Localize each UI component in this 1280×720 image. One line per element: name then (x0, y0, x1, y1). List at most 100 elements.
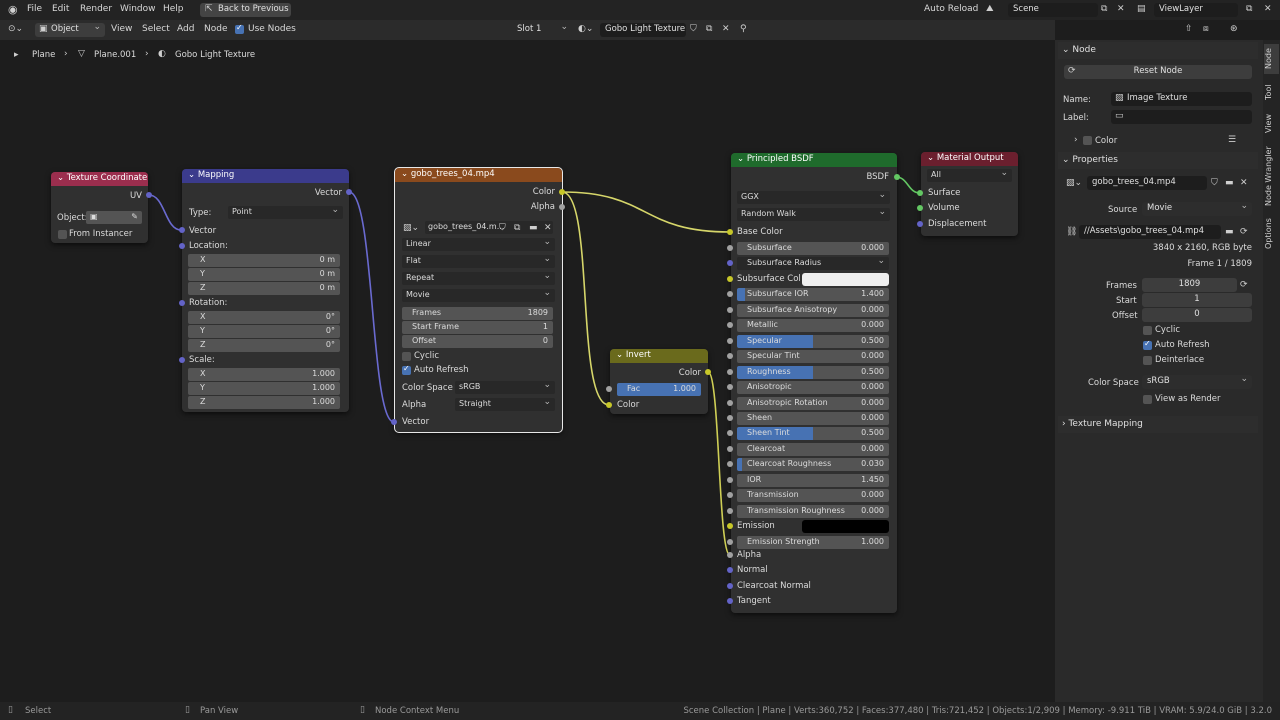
bsdf-subsurface-col-swatch[interactable] (802, 272, 889, 286)
fake-user-icon[interactable]: ⛉ (499, 223, 506, 233)
texture-coordinate-header[interactable]: ⌄ Texture Coordinate (51, 172, 148, 186)
extension-dropdown[interactable]: Repeat (402, 272, 555, 285)
back-to-previous-button[interactable]: ⇱ Back to Previous (200, 3, 291, 17)
new-viewlayer-icon[interactable]: ⧉ (1246, 4, 1252, 14)
tab-node-wrangler[interactable]: Node Wrangler (1264, 142, 1279, 210)
bsdf-emission-field[interactable]: Emission (731, 520, 891, 534)
browse-folder-icon[interactable]: ▬ (1225, 227, 1234, 237)
menu-view[interactable]: View (111, 24, 132, 34)
bsdf-subsurface-radius-field[interactable]: Subsurface Radius (737, 257, 889, 271)
side-image-file-field[interactable]: gobo_trees_04.mp4 (1087, 176, 1207, 190)
surface-socket[interactable] (917, 190, 923, 196)
node-panel-header[interactable]: ⌄ Node (1058, 42, 1258, 59)
bsdf-anisotropic-rotation-socket[interactable] (727, 399, 733, 406)
color-output-socket[interactable] (559, 189, 565, 195)
reset-node-button[interactable]: ⟳ Reset Node (1064, 65, 1252, 79)
mapping-header[interactable]: ⌄ Mapping (182, 169, 349, 183)
location-y-field[interactable]: Y 0 m (188, 268, 340, 281)
fake-user-icon[interactable]: ⛉ (1211, 178, 1218, 188)
menu-edit[interactable]: Edit (52, 4, 69, 14)
bsdf-clearcoat-roughness-field[interactable]: Clearcoat Roughness 0.030 (737, 458, 889, 472)
normal-socket[interactable] (727, 567, 733, 573)
bsdf-emission-strength-socket[interactable] (727, 538, 733, 545)
mapping-vector-out-socket[interactable] (346, 189, 352, 195)
object-field[interactable]: ▣ ✎ (86, 211, 142, 224)
material-sphere-icon[interactable]: ◐⌄ (578, 24, 593, 34)
location-socket[interactable] (179, 243, 185, 249)
tab-tool[interactable]: Tool (1264, 78, 1279, 106)
side-offset-field[interactable]: 0 (1142, 308, 1252, 322)
properties-panel-header[interactable]: ⌄ Properties (1058, 152, 1258, 169)
bsdf-sheen-tint-field[interactable]: Sheen Tint 0.500 (737, 427, 889, 441)
menu-node[interactable]: Node (204, 24, 228, 34)
bsdf-clearcoat-field[interactable]: Clearcoat 0.000 (737, 442, 889, 456)
bsdf-transmission-field[interactable]: Transmission 0.000 (737, 489, 889, 503)
clearcoat-normal-socket[interactable] (727, 583, 733, 589)
eyedropper-icon[interactable]: ✎ (131, 212, 138, 221)
node-name-field[interactable]: ▧ Image Texture (1111, 92, 1252, 106)
menu-window[interactable]: Window (120, 4, 156, 14)
bsdf-specular-field[interactable]: Specular 0.500 (737, 334, 889, 348)
slot-dropdown[interactable]: Slot 1 (512, 23, 572, 37)
bsdf-subsurface-ior-field[interactable]: Subsurface IOR 1.400 (737, 288, 889, 302)
viewlayer-field[interactable]: ViewLayer (1154, 3, 1238, 17)
bsdf-subsurface-socket[interactable] (727, 245, 733, 251)
bsdf-emission-strength-field[interactable]: Emission Strength 1.000 (737, 535, 889, 549)
material-output-header[interactable]: ⌄ Material Output (921, 152, 1018, 166)
color-space-dropdown[interactable]: sRGB (455, 381, 555, 394)
mapping-type-dropdown[interactable]: Point (228, 206, 343, 219)
frames-field[interactable]: Frames 1809 (402, 307, 553, 320)
bsdf-anisotropic-field[interactable]: Anisotropic 0.000 (737, 381, 889, 395)
offset-field[interactable]: Offset 0 (402, 335, 553, 348)
target-dropdown[interactable]: All (927, 169, 1012, 182)
tangent-socket[interactable] (727, 598, 733, 604)
use-nodes-checkbox[interactable] (235, 23, 244, 34)
overlay-icon[interactable]: ⊛ (1230, 24, 1238, 34)
node-color-checkbox[interactable] (1083, 136, 1092, 145)
rotation-z-field[interactable]: Z 0° (188, 339, 340, 352)
chevron-right-icon[interactable]: › (1074, 135, 1078, 145)
side-frames-field[interactable]: 1809 (1142, 278, 1237, 292)
tab-node[interactable]: Node (1264, 44, 1279, 74)
texture-coordinate-node[interactable]: ⌄ Texture Coordinate UV Object: ▣ ✎ From … (51, 172, 148, 243)
texture-mapping-panel-header[interactable]: › Texture Mapping (1058, 416, 1258, 433)
rotation-socket[interactable] (179, 300, 185, 306)
bsdf-metallic-field[interactable]: Metallic 0.000 (737, 319, 889, 333)
location-z-field[interactable]: Z 0 m (188, 282, 340, 295)
from-instancer-checkbox[interactable] (58, 230, 67, 239)
scale-z-field[interactable]: Z 1.000 (188, 396, 340, 409)
tab-options[interactable]: Options (1264, 214, 1279, 254)
fac-socket[interactable] (606, 386, 612, 392)
bsdf-clearcoat-socket[interactable] (727, 445, 733, 452)
distribution-dropdown[interactable]: GGX (737, 191, 890, 204)
volume-socket[interactable] (917, 205, 923, 211)
rotation-y-field[interactable]: Y 0° (188, 325, 340, 338)
open-folder-icon[interactable]: ▬ (1225, 178, 1234, 188)
delete-viewlayer-icon[interactable]: ✕ (1264, 4, 1272, 14)
new-scene-icon[interactable]: ⧉ (1101, 4, 1107, 14)
parent-node-tree-icon[interactable]: ⇧ (1185, 24, 1193, 34)
auto-reload-toggle[interactable]: Auto Reload (924, 4, 978, 14)
file-path-field[interactable]: //Assets\gobo_trees_04.mp4 (1079, 225, 1221, 239)
displacement-socket[interactable] (917, 221, 923, 227)
object-mode-dropdown[interactable]: ▣ Object (35, 23, 105, 37)
pin-icon[interactable]: ⚲ (740, 24, 747, 34)
bsdf-subsurface-col-socket[interactable] (727, 275, 733, 282)
image-texture-header[interactable]: ⌄ gobo_trees_04.mp4 (395, 168, 562, 182)
subsurface-method-dropdown[interactable]: Random Walk (737, 208, 890, 221)
bsdf-transmission-roughness-field[interactable]: Transmission Roughness 0.000 (737, 504, 889, 518)
side-cyclic-checkbox[interactable] (1143, 326, 1152, 335)
side-auto-refresh-checkbox[interactable] (1143, 339, 1152, 350)
node-label-field[interactable]: ▭ (1111, 110, 1252, 124)
start-frame-field[interactable]: Start Frame 1 (402, 321, 553, 334)
bsdf-anisotropic-socket[interactable] (727, 384, 733, 391)
menu-file[interactable]: File (27, 4, 42, 14)
bsdf-subsurface-col-field[interactable]: Subsurface Col (731, 272, 891, 286)
location-x-field[interactable]: X 0 m (188, 254, 340, 267)
menu-add[interactable]: Add (177, 24, 194, 34)
rotation-x-field[interactable]: X 0° (188, 311, 340, 324)
open-folder-icon[interactable]: ▬ (529, 223, 538, 233)
blender-logo-icon[interactable]: ◉ (8, 3, 18, 16)
alpha-input-socket[interactable] (727, 552, 733, 558)
match-movie-length-icon[interactable]: ⟳ (1240, 280, 1248, 290)
